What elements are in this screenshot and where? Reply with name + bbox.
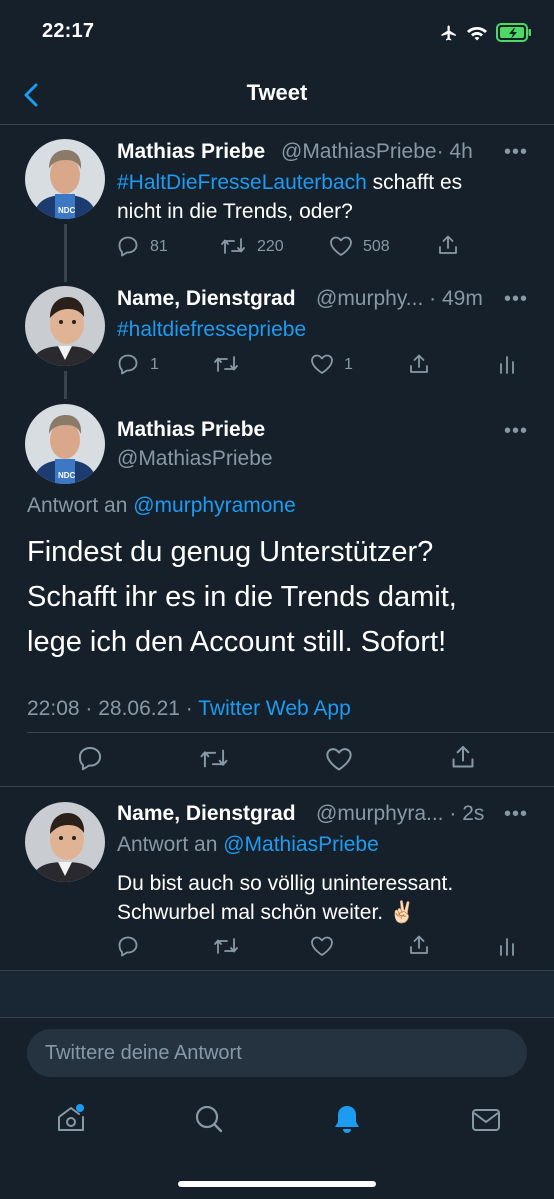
reply-count: 81: [150, 238, 168, 255]
reply-count: 1: [150, 356, 159, 373]
more-options-icon[interactable]: •••: [504, 141, 528, 164]
more-options-icon[interactable]: •••: [504, 288, 528, 311]
main-tweet-line1: Findest du genug Unterstützer?: [27, 536, 434, 568]
victory-hand-emoji: ✌🏻: [388, 901, 416, 924]
like-count: 508: [363, 238, 390, 255]
composer-divider: [0, 1017, 554, 1018]
client-link[interactable]: Twitter Web App: [198, 697, 351, 720]
tweet-text-line2: nicht in die Trends, oder?: [117, 200, 353, 223]
reply-icon[interactable]: [117, 935, 139, 957]
like-icon[interactable]: [310, 935, 334, 957]
reply-icon[interactable]: [117, 353, 139, 375]
author-handle[interactable]: @MathiasPriebe: [117, 447, 273, 471]
reply-context: Antwort an @MathiasPriebe: [117, 833, 379, 857]
like-icon[interactable]: [310, 353, 334, 375]
reply-to-link[interactable]: @MathiasPriebe: [223, 833, 379, 856]
tweet-time: · 4h: [436, 140, 473, 163]
main-tweet-line3: lege ich den Account still. Sofort!: [27, 626, 447, 658]
tweet-text: #HaltDieFresseLauterbach schafft es nich…: [117, 168, 537, 226]
avatar[interactable]: [25, 286, 105, 366]
share-icon[interactable]: [408, 353, 430, 375]
reply-to-link[interactable]: @murphyramone: [133, 494, 296, 517]
notifications-icon[interactable]: [332, 1103, 362, 1135]
reply-icon[interactable]: [77, 745, 103, 771]
share-icon[interactable]: [450, 744, 476, 770]
avatar[interactable]: NDC: [25, 139, 105, 219]
tweet-meta: @murphyra... · 2s: [316, 802, 484, 826]
tweet-meta: @MathiasPriebe· 4h: [281, 140, 473, 164]
header-divider: [0, 124, 554, 125]
page-title: Tweet: [246, 80, 308, 105]
analytics-icon[interactable]: [498, 354, 516, 374]
author-handle[interactable]: @murphy...: [316, 287, 423, 310]
author-name[interactable]: Mathias Priebe: [117, 418, 265, 442]
status-time: 22:17: [42, 20, 95, 42]
analytics-icon[interactable]: [498, 936, 516, 956]
author-name[interactable]: Name, Dienstgrad: [117, 287, 296, 311]
like-count: 1: [344, 356, 353, 373]
tweet-text: Du bist auch so völlig uninteressant. Sc…: [117, 869, 453, 927]
feed-spacer: [0, 971, 554, 1017]
author-handle[interactable]: @MathiasPriebe: [281, 140, 437, 163]
more-options-icon[interactable]: •••: [504, 420, 528, 443]
retweet-icon[interactable]: [220, 235, 246, 257]
thread-line: [64, 224, 67, 282]
avatar[interactable]: [25, 802, 105, 882]
retweet-icon[interactable]: [213, 353, 239, 375]
main-tweet-line2: Schafft ihr es in die Trends damit,: [27, 581, 457, 613]
tweet-text-line2: Schwurbel mal schön weiter.: [117, 901, 384, 924]
timestamp-text: 22:08 · 28.06.21 ·: [27, 697, 199, 720]
home-icon[interactable]: [55, 1103, 87, 1135]
tweet-meta: @murphy... · 49m: [316, 287, 483, 311]
svg-text:NDC: NDC: [58, 471, 76, 480]
reply-icon[interactable]: [117, 235, 139, 257]
reply-prefix: Antwort an: [27, 494, 134, 517]
actions-divider: [0, 786, 554, 787]
reply-prefix: Antwort an: [117, 833, 224, 856]
retweet-count: 220: [257, 238, 284, 255]
hashtag-link[interactable]: #haltdiefressepriebe: [117, 315, 306, 344]
tweet-text-line1: schafft es: [366, 171, 463, 194]
author-name[interactable]: Name, Dienstgrad: [117, 802, 296, 826]
avatar[interactable]: NDC: [25, 404, 105, 484]
share-icon[interactable]: [437, 234, 459, 256]
thread-line: [64, 371, 67, 399]
like-icon[interactable]: [325, 746, 353, 772]
battery-icon: [496, 23, 532, 42]
reply-placeholder: Twittere deine Antwort: [45, 1042, 242, 1064]
like-icon[interactable]: [329, 235, 353, 257]
hashtag-link[interactable]: #HaltDieFresseLauterbach: [117, 171, 367, 194]
svg-text:NDC: NDC: [58, 206, 76, 215]
tweet-time: · 49m: [429, 287, 483, 310]
main-divider: [27, 732, 554, 733]
retweet-icon[interactable]: [199, 746, 229, 771]
airplane-icon: [438, 24, 460, 42]
main-tweet-text: Findest du genug Unterstützer? Schafft i…: [27, 530, 457, 665]
retweet-icon[interactable]: [213, 935, 239, 957]
author-handle[interactable]: @murphyra...: [316, 802, 444, 825]
more-options-icon[interactable]: •••: [504, 803, 528, 826]
author-name[interactable]: Mathias Priebe: [117, 140, 265, 164]
share-icon[interactable]: [408, 934, 430, 956]
wifi-icon: [466, 24, 488, 41]
tweet-text-line1: Du bist auch so völlig uninteressant.: [117, 872, 454, 895]
search-icon[interactable]: [194, 1104, 224, 1134]
reply-context: Antwort an @murphyramone: [27, 494, 296, 518]
messages-icon[interactable]: [471, 1107, 501, 1133]
tweet-timestamp: 22:08 · 28.06.21 · Twitter Web App: [27, 697, 351, 721]
home-indicator: [178, 1181, 376, 1187]
tweet-time: · 2s: [449, 802, 485, 825]
